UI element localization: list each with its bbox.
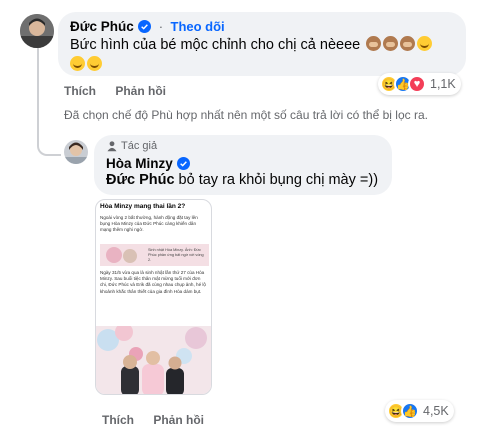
author-badge-label: Tác giả	[121, 140, 158, 152]
mention-link[interactable]: Đức Phúc	[106, 172, 175, 188]
reactions-summary[interactable]: 😆 👍 4,5K	[385, 400, 454, 422]
author-name[interactable]: Đức Phúc	[70, 19, 134, 34]
avatar-hoa-minzy[interactable]	[64, 140, 88, 164]
comment-header: Đức Phúc · Theo dõi	[70, 18, 225, 36]
reply-text: bỏ tay ra khỏi bụng chị mày =))	[174, 172, 379, 188]
reply-button[interactable]: Phản hồi	[115, 84, 166, 98]
smiling-face-emoji-icon	[70, 56, 85, 71]
comment-body: Bức hình của bé mộc chỉnh cho chị cả nèe…	[70, 36, 433, 53]
thread-line-elbow	[37, 144, 61, 156]
filter-notice: Đã chọn chế độ Phù hợp nhất nên một số c…	[64, 108, 428, 122]
avatar-photo	[20, 14, 54, 48]
like-reaction-icon: 👍	[401, 402, 419, 420]
reaction-count: 1,1K	[430, 77, 456, 91]
see-no-evil-monkey-emoji-icon	[400, 36, 416, 51]
party-photo-image	[96, 326, 211, 394]
avatar-photo	[64, 140, 88, 164]
article-headline: Hòa Minzy mang thai lần 2?	[100, 203, 186, 210]
love-reaction-icon: ♥	[408, 75, 426, 93]
article-image-caption: Sinh nhật Hòa Minzy. Ảnh: Đức Phúc phản …	[148, 248, 204, 262]
attached-article-screenshot[interactable]: Hòa Minzy mang thai lần 2? Ngoài vòng 2 …	[95, 199, 212, 395]
like-button[interactable]: Thích	[64, 84, 96, 98]
reactions-summary[interactable]: 😆 👍 ♥ 1,1K	[378, 73, 461, 95]
author-name[interactable]: Hòa Minzy	[106, 156, 173, 171]
smiling-face-emoji-icon	[87, 56, 102, 71]
reaction-count: 4,5K	[423, 404, 449, 418]
reply-body: Đức Phúc bỏ tay ra khỏi bụng chị mày =))	[106, 172, 378, 188]
comment-actions: Thích Phản hồi	[64, 84, 182, 98]
comment-bubble-duc-phuc: Đức Phúc · Theo dõi Bức hình của bé mộc …	[58, 12, 466, 76]
see-no-evil-monkey-emoji-icon	[366, 36, 382, 51]
comment-text: Bức hình của bé mộc chỉnh cho chị cả nèe…	[70, 37, 361, 53]
avatar-duc-phuc[interactable]	[20, 14, 54, 48]
reply-bubble-hoa-minzy: Tác giả Hòa Minzy Đức Phúc bỏ tay ra khỏ…	[94, 135, 392, 195]
like-button[interactable]: Thích	[102, 413, 134, 427]
comment-body-emoji-line	[68, 56, 102, 74]
verified-badge-icon	[177, 157, 191, 170]
thread-line-vertical	[37, 48, 39, 146]
separator-dot: ·	[158, 19, 164, 34]
follow-button[interactable]: Theo dõi	[171, 19, 225, 34]
smiling-face-emoji-icon	[417, 36, 433, 51]
reply-header: Hòa Minzy	[106, 155, 191, 173]
article-lead: Ngoài vòng 2 bất thường, hành động đặt t…	[100, 215, 198, 232]
reply-actions: Thích Phản hồi	[102, 413, 220, 427]
author-badge: Tác giả	[106, 140, 157, 152]
reply-button[interactable]: Phản hồi	[153, 413, 204, 427]
verified-badge-icon	[138, 20, 152, 33]
see-no-evil-monkey-emoji-icon	[383, 36, 399, 51]
article-body: Ngày 31/5 vừa qua là sinh nhật lần thứ 2…	[100, 270, 206, 294]
author-badge-icon	[107, 141, 117, 152]
